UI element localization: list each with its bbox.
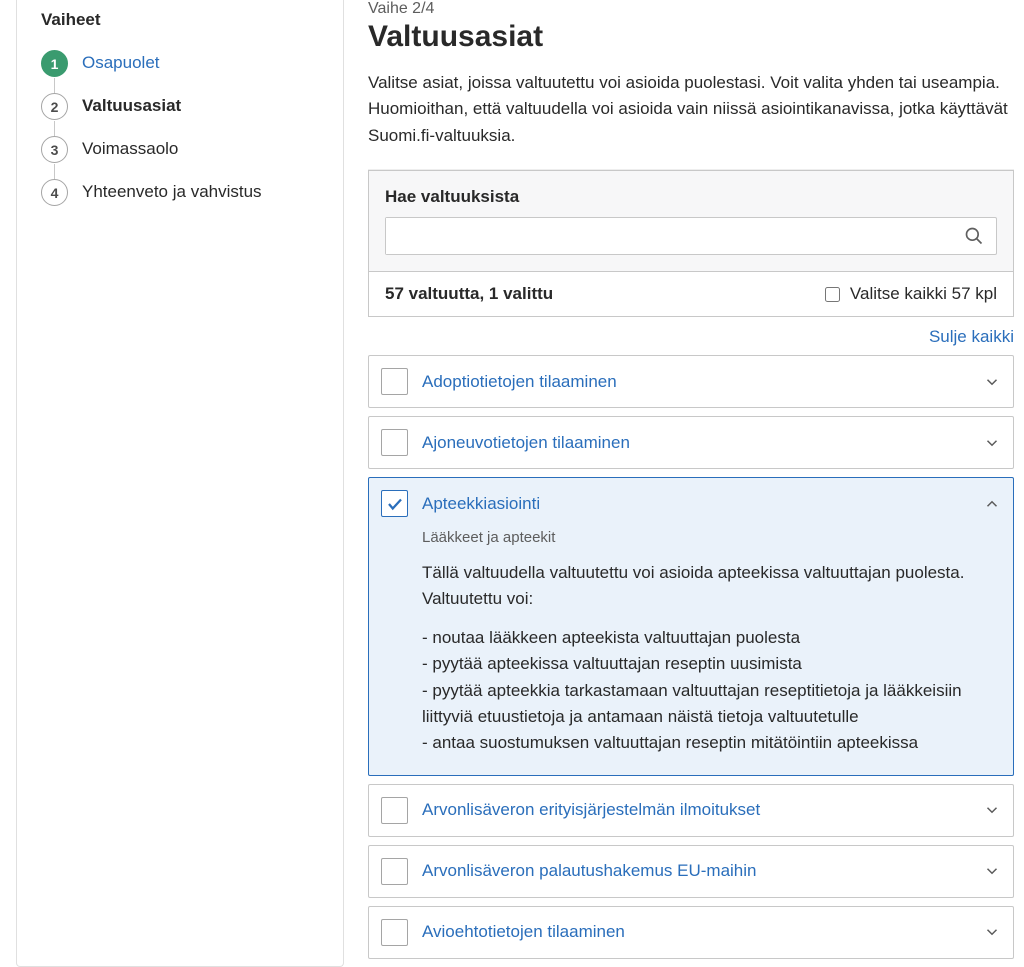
step-label-3: Voimassaolo <box>82 136 178 159</box>
step-4[interactable]: 4 Yhteenveto ja vahvistus <box>33 171 327 214</box>
item-bullets: - noutaa lääkkeen apteekista valtuuttaja… <box>422 625 1001 757</box>
mandate-item: Arvonlisäveron erityisjärjestelmän ilmoi… <box>368 784 1014 837</box>
item-body: Lääkkeet ja apteekit Tällä valtuudella v… <box>369 529 1013 775</box>
item-checkbox[interactable] <box>381 797 408 824</box>
step-label-2: Valtuusasiat <box>82 93 181 116</box>
step-badge-3: 3 <box>41 136 68 163</box>
chevron-down-icon[interactable] <box>983 434 1001 452</box>
mandate-item: Ajoneuvotietojen tilaaminen <box>368 416 1014 469</box>
steps-sidebar: Vaiheet 1 Osapuolet 2 Valtuusasiat 3 Voi… <box>16 0 344 967</box>
mandate-item: Adoptiotietojen tilaaminen <box>368 355 1014 408</box>
step-badge-2: 2 <box>41 93 68 120</box>
select-all-label: Valitse kaikki 57 kpl <box>850 284 997 304</box>
steps-heading: Vaiheet <box>41 10 319 30</box>
count-text: 57 valtuutta, 1 valittu <box>385 284 553 304</box>
mandate-item: Arvonlisäveron palautushakemus EU-maihin <box>368 845 1014 898</box>
item-checkbox[interactable] <box>381 858 408 885</box>
item-checkbox[interactable] <box>381 490 408 517</box>
intro-text: Valitse asiat, joissa valtuutettu voi as… <box>368 70 1014 149</box>
mandate-item: Avioehtotietojen tilaaminen <box>368 906 1014 959</box>
chevron-down-icon[interactable] <box>983 923 1001 941</box>
search-icon <box>964 226 984 246</box>
step-counter: Vaihe 2/4 <box>368 0 1014 18</box>
search-label: Hae valtuuksista <box>385 187 997 207</box>
search-input[interactable] <box>386 218 952 254</box>
select-all[interactable]: Valitse kaikki 57 kpl <box>825 284 997 304</box>
item-title[interactable]: Adoptiotietojen tilaaminen <box>422 372 969 392</box>
main-content: Vaihe 2/4 Valtuusasiat Valitse asiat, jo… <box>368 0 1024 967</box>
item-checkbox[interactable] <box>381 919 408 946</box>
select-all-checkbox[interactable] <box>825 287 840 302</box>
item-title[interactable]: Arvonlisäveron erityisjärjestelmän ilmoi… <box>422 800 969 820</box>
chevron-down-icon[interactable] <box>983 373 1001 391</box>
page-title: Valtuusasiat <box>368 20 1014 54</box>
step-1[interactable]: 1 Osapuolet <box>33 42 327 85</box>
item-title[interactable]: Apteekkiasiointi <box>422 494 969 514</box>
item-title[interactable]: Ajoneuvotietojen tilaaminen <box>422 433 969 453</box>
item-checkbox[interactable] <box>381 429 408 456</box>
item-title[interactable]: Arvonlisäveron palautushakemus EU-maihin <box>422 861 969 881</box>
step-label-1: Osapuolet <box>82 50 160 73</box>
step-3[interactable]: 3 Voimassaolo <box>33 128 327 171</box>
search-button[interactable] <box>952 218 996 254</box>
step-badge-1: 1 <box>41 50 68 77</box>
chevron-down-icon[interactable] <box>983 862 1001 880</box>
count-row: 57 valtuutta, 1 valittu Valitse kaikki 5… <box>368 272 1014 317</box>
chevron-up-icon[interactable] <box>983 495 1001 513</box>
search-box: Hae valtuuksista <box>368 170 1014 272</box>
step-badge-4: 4 <box>41 179 68 206</box>
step-2[interactable]: 2 Valtuusasiat <box>33 85 327 128</box>
close-all-link[interactable]: Sulje kaikki <box>929 327 1014 346</box>
mandate-item-expanded: Apteekkiasiointi Lääkkeet ja apteekit Tä… <box>368 477 1014 776</box>
step-label-4: Yhteenveto ja vahvistus <box>82 179 262 202</box>
item-checkbox[interactable] <box>381 368 408 395</box>
chevron-down-icon[interactable] <box>983 801 1001 819</box>
item-category: Lääkkeet ja apteekit <box>422 529 1001 546</box>
item-title[interactable]: Avioehtotietojen tilaaminen <box>422 922 969 942</box>
item-description: Tällä valtuudella valtuutettu voi asioid… <box>422 560 1001 611</box>
